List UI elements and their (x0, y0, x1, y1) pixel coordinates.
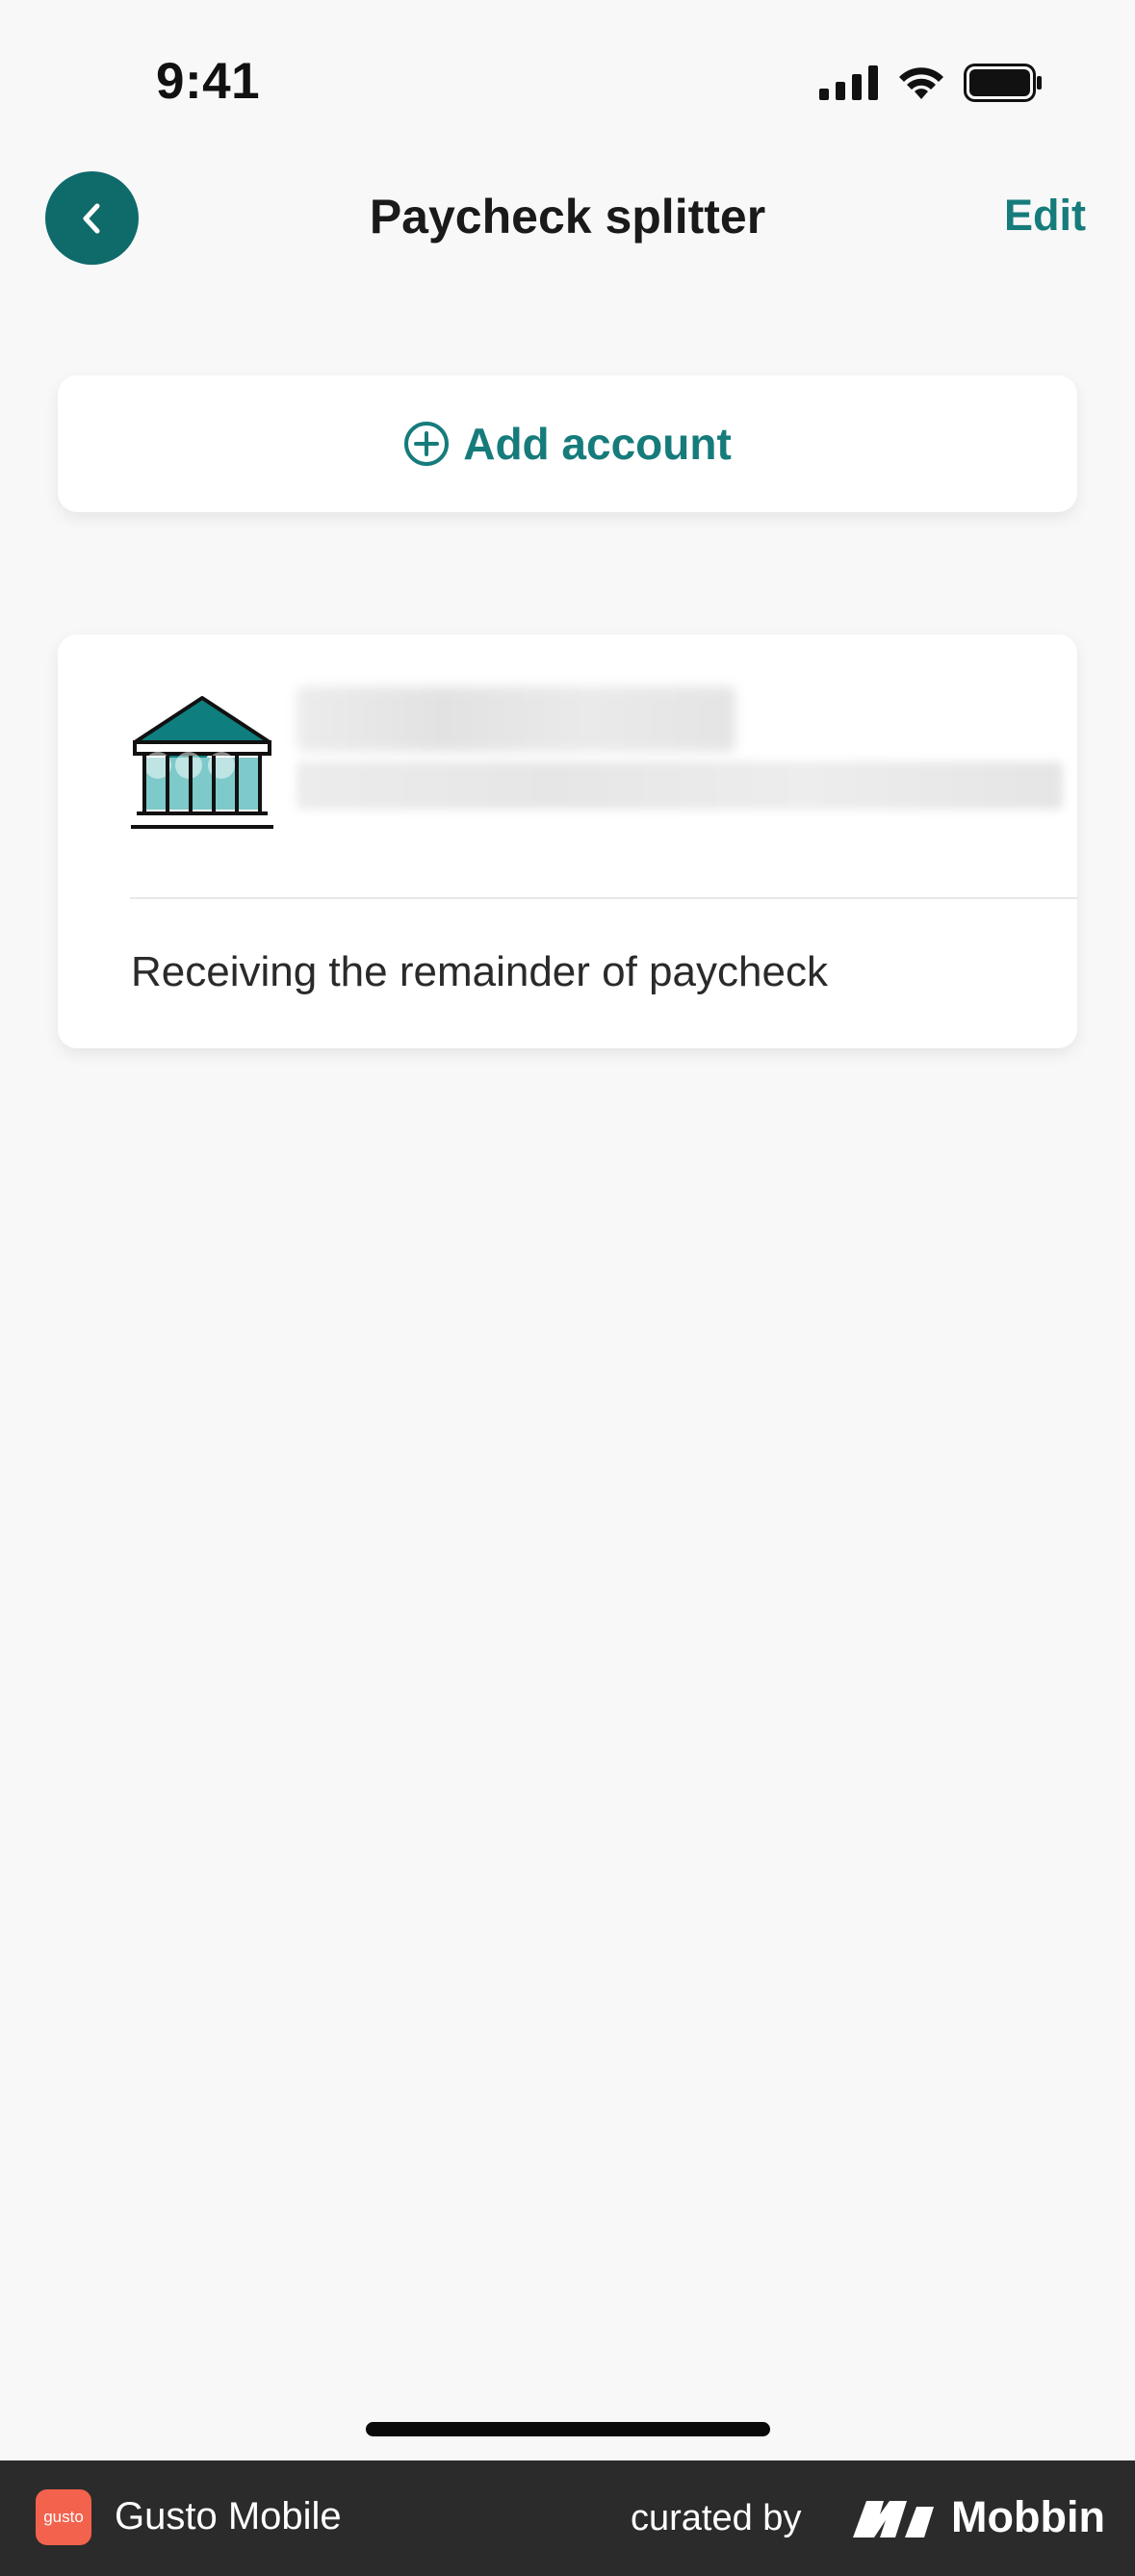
add-account-label: Add account (463, 419, 732, 469)
mobbin-brand: Mobbin (951, 2492, 1105, 2541)
navigation-header: Paycheck splitter Edit (0, 164, 1135, 271)
status-bar: 9:41 (0, 0, 1135, 164)
attribution-bar: gusto Gusto Mobile curated by Mobbin (0, 2460, 1135, 2576)
app-name: Gusto Mobile (115, 2495, 342, 2537)
wifi-icon (899, 67, 943, 99)
status-icons (819, 64, 1043, 102)
curated-by-text: curated by (631, 2498, 802, 2538)
account-status-text: Receiving the remainder of paycheck (131, 948, 828, 995)
status-time: 9:41 (156, 53, 261, 110)
home-indicator (366, 2422, 770, 2436)
edit-button[interactable]: Edit (1004, 191, 1086, 241)
divider (130, 897, 1077, 899)
plus-circle-icon (404, 422, 450, 466)
battery-icon (964, 64, 1042, 102)
page-title: Paycheck splitter (369, 190, 766, 244)
account-details-redacted (297, 761, 1063, 810)
account-name-redacted (297, 686, 735, 752)
bank-icon (131, 696, 273, 829)
account-card[interactable]: Receiving the remainder of paycheck (58, 634, 1077, 1048)
cellular-signal-icon (819, 65, 878, 100)
add-account-button[interactable]: Add account (58, 375, 1077, 512)
mobbin-logo-icon (853, 2501, 934, 2537)
gusto-logo-icon: gusto (36, 2489, 91, 2545)
